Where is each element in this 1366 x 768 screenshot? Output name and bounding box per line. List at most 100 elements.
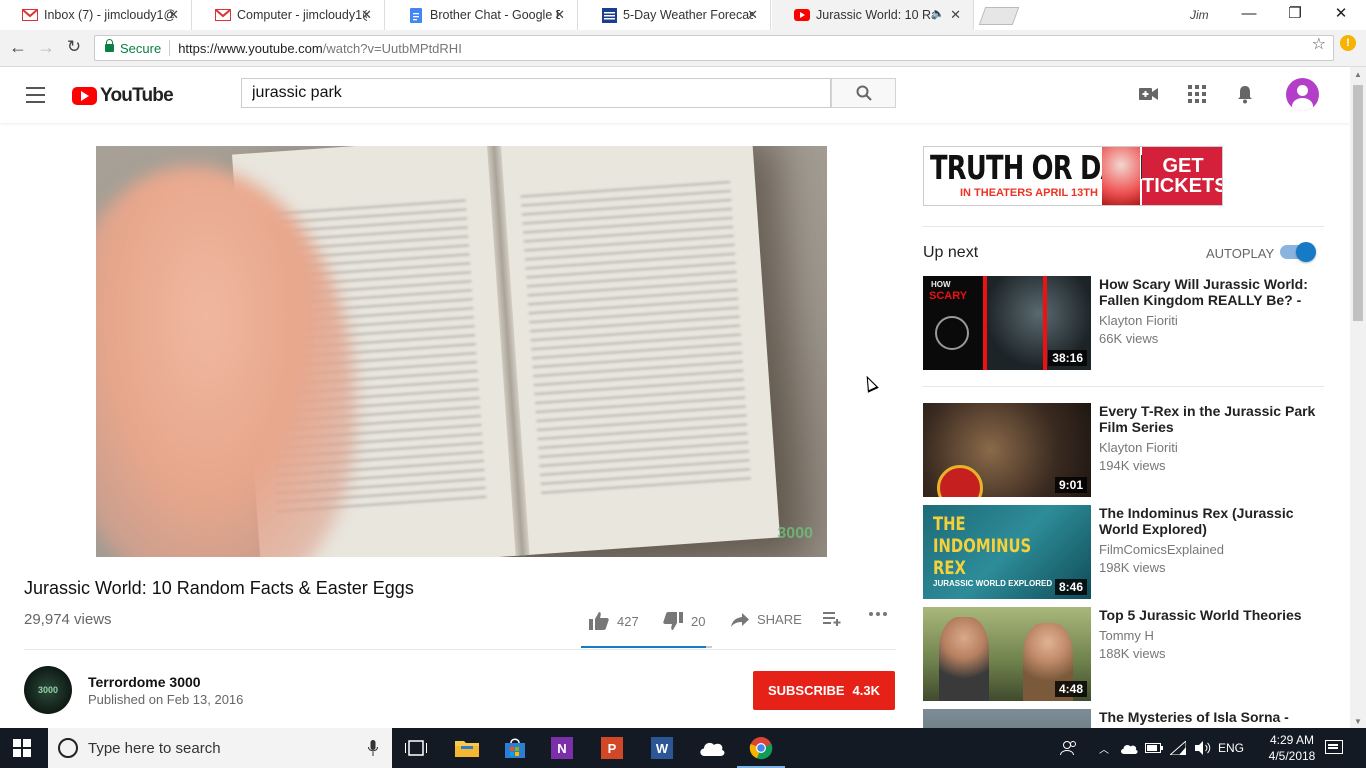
autoplay-label: AUTOPLAY [1206, 246, 1275, 261]
more-dots-icon [869, 612, 887, 616]
video-player[interactable]: 3000 [96, 146, 827, 557]
search-button[interactable] [831, 78, 896, 108]
account-avatar[interactable] [1286, 78, 1319, 111]
chrome-icon[interactable] [737, 734, 785, 768]
more-actions-button[interactable] [869, 612, 887, 616]
address-bar[interactable]: Secure https://www.youtube.com/watch?v=U… [94, 35, 1334, 61]
onedrive-icon[interactable] [698, 734, 726, 762]
browser-tab-inbox[interactable]: Inbox (7) - jimcloudy1@g ✕ [0, 0, 192, 30]
recommendation-card[interactable]: 4:48 Top 5 Jurassic World Theories Tommy… [923, 607, 1325, 703]
task-view-icon[interactable] [402, 734, 430, 762]
channel-name[interactable]: Terrordome 3000 [88, 674, 201, 690]
video-thumbnail[interactable]: 4:48 [923, 607, 1091, 701]
recommendation-card[interactable]: HOW SCARY 38:16 How Scary Will Jurassic … [923, 276, 1325, 372]
people-icon[interactable] [1060, 728, 1078, 768]
share-button[interactable]: SHARE [731, 612, 802, 627]
scroll-down-arrow-icon[interactable]: ▼ [1354, 717, 1362, 726]
upload-video-icon[interactable] [1138, 83, 1160, 105]
like-button[interactable]: 427 [589, 612, 639, 630]
autoplay-toggle[interactable] [1280, 242, 1316, 262]
recommendation-card[interactable]: 9:01 Every T-Rex in the Jurassic Park Fi… [923, 403, 1325, 499]
scroll-up-arrow-icon[interactable]: ▲ [1354, 70, 1362, 79]
recommendation-title[interactable]: Top 5 Jurassic World Theories [1099, 607, 1321, 623]
clock-time: 4:29 AM [1269, 733, 1315, 747]
video-thumbnail[interactable]: THE INDOMINUS REX JURASSIC WORLD EXPLORE… [923, 505, 1091, 599]
update-alert-icon[interactable]: ! [1340, 35, 1356, 51]
windows-start-icon[interactable] [13, 739, 31, 757]
bookmark-star-icon[interactable]: ☆ [1312, 34, 1326, 54]
info-divider [24, 649, 896, 650]
secure-indicator[interactable]: Secure [105, 39, 162, 56]
profile-label[interactable]: Jim [1190, 8, 1209, 22]
recommendation-card[interactable]: The Mysteries of Isla Sorna - [923, 709, 1325, 728]
language-indicator[interactable]: ENG [1218, 728, 1244, 768]
new-tab-button[interactable] [978, 7, 1020, 25]
close-tab-icon[interactable]: ✕ [361, 7, 372, 23]
search-input[interactable] [241, 78, 831, 108]
onedrive-tray-icon[interactable] [1120, 728, 1138, 768]
action-center-icon[interactable] [1325, 740, 1343, 754]
recommendation-views: 188K views [1099, 646, 1166, 661]
browser-tab-computer[interactable]: Computer - jimcloudy1@ ✕ [193, 0, 385, 30]
recommendation-card[interactable]: THE INDOMINUS REX JURASSIC WORLD EXPLORE… [923, 505, 1325, 601]
tab-title: Inbox (7) - jimcloudy1@g [44, 8, 174, 22]
tab-title: Computer - jimcloudy1@ [237, 8, 367, 22]
microphone-icon[interactable] [368, 740, 378, 760]
youtube-masthead: YouTube [0, 67, 1350, 123]
close-tab-icon[interactable]: ✕ [747, 7, 758, 23]
video-thumbnail[interactable]: HOW SCARY 38:16 [923, 276, 1091, 370]
browser-tab-brother-chat[interactable]: Brother Chat - Google D ✕ [386, 0, 578, 30]
share-label: SHARE [757, 612, 802, 627]
taskbar-search-box[interactable]: Type here to search [48, 728, 392, 768]
minimize-button[interactable]: — [1226, 0, 1272, 30]
browser-tab-youtube-active[interactable]: Jurassic World: 10 Ran 🔈 ✕ [772, 0, 974, 30]
recommendation-title[interactable]: How Scary Will Jurassic World: Fallen Ki… [1099, 276, 1321, 308]
video-thumbnail[interactable] [923, 709, 1091, 728]
apps-grid-icon[interactable] [1186, 83, 1208, 105]
add-to-playlist-button[interactable] [823, 612, 841, 626]
restore-button[interactable]: ❐ [1272, 0, 1318, 30]
dislike-button[interactable]: 20 [663, 612, 705, 630]
volume-icon[interactable] [1195, 728, 1211, 768]
video-thumbnail[interactable]: 9:01 [923, 403, 1091, 497]
tab-audio-icon[interactable]: 🔈 [931, 7, 945, 20]
thumb-text: SCARY [929, 290, 968, 302]
microsoft-store-icon[interactable] [501, 734, 529, 762]
video-duration: 4:48 [1054, 681, 1087, 697]
ad-cta[interactable]: GET TICKETS [1142, 147, 1222, 205]
notifications-bell-icon[interactable] [1234, 83, 1256, 105]
subscribe-button[interactable]: SUBSCRIBE 4.3K [753, 671, 895, 710]
forward-arrow-icon[interactable]: → [34, 37, 58, 58]
system-clock[interactable]: 4:29 AM 4/5/2018 [1262, 732, 1322, 764]
recommendation-channel: Klayton Fioriti [1099, 440, 1178, 455]
secure-label: Secure [120, 40, 162, 56]
youtube-logo[interactable]: YouTube [72, 85, 174, 107]
close-tab-icon[interactable]: ✕ [168, 7, 179, 23]
ad-banner[interactable]: TRUTH OR DARE IN THEATERS APRIL 13TH GET… [923, 146, 1223, 206]
close-tab-icon[interactable]: ✕ [950, 7, 961, 23]
video-duration: 38:16 [1048, 350, 1087, 366]
word-icon[interactable]: W [651, 737, 673, 759]
browser-tab-weather[interactable]: 5-Day Weather Forecast ✕ [579, 0, 771, 30]
recommendation-title[interactable]: The Mysteries of Isla Sorna - [1099, 709, 1321, 725]
back-arrow-icon[interactable]: ← [6, 37, 30, 58]
tab-title: Jurassic World: 10 Ran [816, 8, 936, 22]
scrollbar-thumb[interactable] [1353, 85, 1363, 321]
battery-icon[interactable] [1145, 728, 1163, 768]
wifi-icon[interactable] [1170, 728, 1186, 768]
hamburger-menu-icon[interactable] [26, 87, 45, 108]
page-scrollbar[interactable]: ▲ ▼ [1350, 67, 1366, 728]
close-tab-icon[interactable]: ✕ [554, 7, 565, 23]
reload-icon[interactable]: ↻ [62, 37, 86, 57]
recommendation-title[interactable]: Every T-Rex in the Jurassic Park Film Se… [1099, 403, 1321, 435]
channel-avatar[interactable]: 3000 [24, 666, 72, 714]
close-window-button[interactable]: ✕ [1318, 0, 1364, 30]
weather-channel-icon [601, 7, 617, 23]
file-explorer-icon[interactable] [453, 734, 481, 762]
recommendation-title[interactable]: The Indominus Rex (Jurassic World Explor… [1099, 505, 1321, 537]
powerpoint-icon[interactable]: P [601, 737, 623, 759]
show-hidden-icons-chevron-icon[interactable]: ︿ [1099, 728, 1109, 768]
card-divider [923, 386, 1324, 387]
onenote-icon[interactable]: N [551, 737, 573, 759]
mouse-cursor-icon [861, 373, 879, 393]
